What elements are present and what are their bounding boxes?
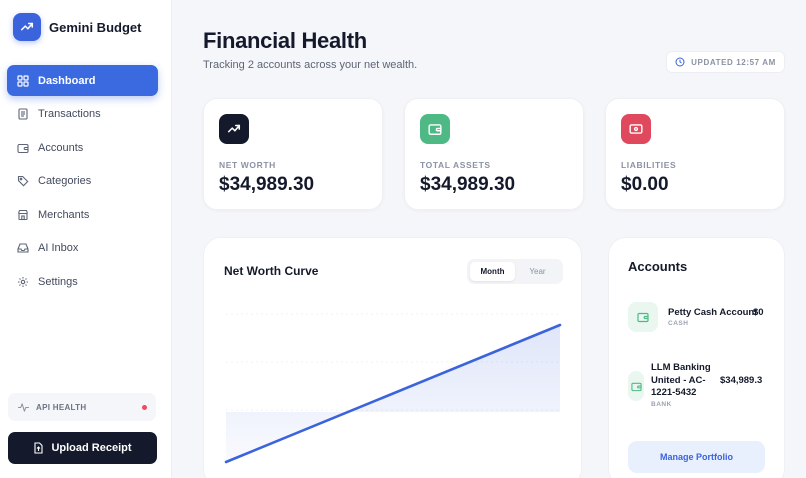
- sidebar-nav: Dashboard Transactions Accounts Categori…: [7, 65, 158, 300]
- sidebar-item-dashboard[interactable]: Dashboard: [7, 65, 158, 96]
- file-upload-icon: [33, 442, 44, 454]
- inbox-icon: [17, 242, 29, 254]
- wallet-icon: [420, 114, 450, 144]
- api-health-label: API HEALTH: [36, 402, 87, 412]
- account-item-petty-cash[interactable]: Petty Cash Account CASH $0: [628, 302, 788, 334]
- wallet-icon: [628, 371, 644, 401]
- sidebar-item-label: Transactions: [38, 108, 101, 121]
- account-balance: $0: [753, 307, 764, 318]
- stat-value: $34,989.30: [420, 174, 516, 195]
- sidebar-item-merchants[interactable]: Merchants: [7, 199, 158, 230]
- account-name: LLM Banking United - AC- 1221-5432: [651, 362, 711, 400]
- trending-up-icon: [219, 114, 249, 144]
- page-subtitle: Tracking 2 accounts across your net weal…: [203, 59, 418, 71]
- account-item-llm-banking[interactable]: LLM Banking United - AC- 1221-5432 BANK …: [628, 361, 788, 411]
- store-icon: [17, 209, 29, 221]
- account-balance: $34,989.3: [720, 375, 763, 386]
- stat-value: $0.00: [621, 174, 669, 195]
- trending-up-icon: [13, 13, 41, 41]
- clock-icon: [675, 57, 685, 67]
- account-name: Petty Cash Account: [668, 307, 758, 318]
- receipt-icon: [17, 108, 29, 120]
- tag-icon: [17, 175, 29, 187]
- sidebar-item-transactions[interactable]: Transactions: [7, 99, 158, 130]
- accounts-card: Accounts Petty Cash Account CASH $0 LLM …: [608, 237, 785, 478]
- sidebar-item-label: Merchants: [38, 208, 90, 221]
- sidebar-item-settings[interactable]: Settings: [7, 267, 158, 298]
- updated-label: UPDATED 12:57 AM: [691, 57, 776, 67]
- stat-value: $34,989.30: [219, 174, 315, 195]
- app-name: Gemini Budget: [49, 19, 142, 35]
- sidebar-item-label: Categories: [38, 175, 92, 188]
- account-name-line: LLM Banking: [651, 362, 711, 373]
- net-worth-chart-card: Net Worth Curve Month Year: [203, 237, 582, 478]
- manage-portfolio-button[interactable]: Manage Portfolio: [628, 441, 765, 473]
- sidebar-item-label: Accounts: [38, 141, 84, 154]
- status-dot: [142, 405, 147, 410]
- account-name-line: United - AC-: [651, 374, 706, 386]
- account-type: CASH: [668, 320, 689, 327]
- grid-icon: [17, 74, 29, 87]
- accounts-title: Accounts: [628, 259, 688, 274]
- net-worth-chart: [224, 313, 562, 464]
- wallet-icon: [17, 142, 29, 154]
- upload-receipt-label: Upload Receipt: [51, 442, 132, 454]
- brand[interactable]: Gemini Budget: [13, 13, 141, 41]
- sidebar-item-label: Settings: [38, 276, 78, 289]
- updated-badge: UPDATED 12:57 AM: [666, 51, 785, 73]
- sidebar-item-label: Dashboard: [38, 74, 96, 87]
- stat-card-liabilities: LIABILITIES $0.00: [605, 98, 785, 210]
- page-title: Financial Health: [203, 28, 367, 53]
- account-type: BANK: [651, 401, 672, 408]
- sidebar-item-accounts[interactable]: Accounts: [7, 132, 158, 163]
- stat-label: NET WORTH: [219, 160, 276, 170]
- upload-receipt-button[interactable]: Upload Receipt: [8, 432, 157, 464]
- credit-card-icon: [621, 114, 651, 144]
- stat-card-total-assets: TOTAL ASSETS $34,989.30: [404, 98, 584, 210]
- api-health-status[interactable]: API HEALTH: [8, 393, 156, 421]
- activity-icon: [18, 402, 29, 413]
- wallet-icon: [628, 302, 658, 332]
- gear-icon: [17, 276, 29, 288]
- stat-label: TOTAL ASSETS: [420, 160, 491, 170]
- sidebar: Gemini Budget Dashboard Transactions Acc…: [0, 0, 172, 478]
- sidebar-item-categories[interactable]: Categories: [7, 166, 158, 197]
- stat-card-net-worth: NET WORTH $34,989.30: [203, 98, 383, 210]
- stat-label: LIABILITIES: [621, 160, 677, 170]
- account-name-line: 1221-5432: [651, 387, 697, 398]
- sidebar-item-label: AI Inbox: [38, 242, 79, 255]
- sidebar-item-ai-inbox[interactable]: AI Inbox: [7, 233, 158, 264]
